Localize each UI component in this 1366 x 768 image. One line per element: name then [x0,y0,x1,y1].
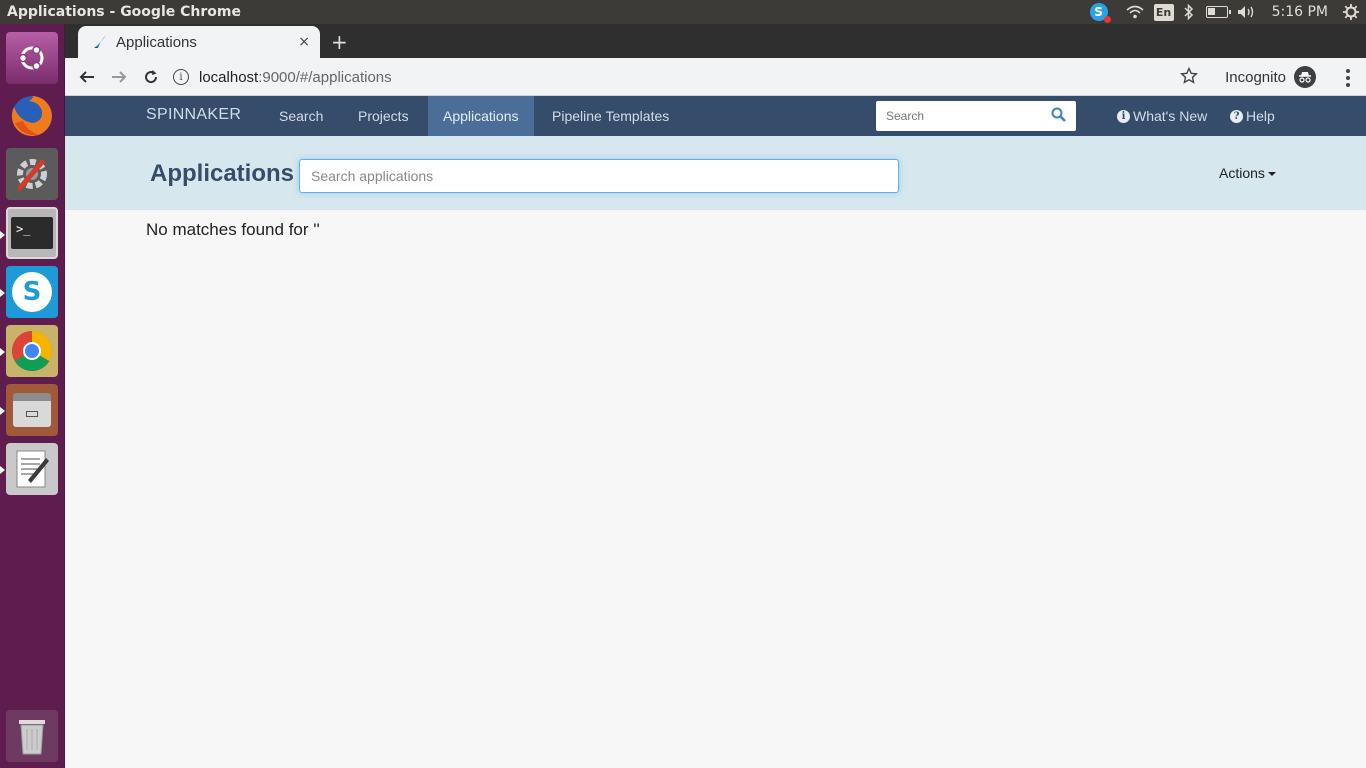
files-running-indicator [0,407,5,415]
spinnaker-favicon-icon [92,34,108,50]
browser-toolbar: i localhost:9000/#/applications Incognit… [65,58,1366,96]
text-editor-icon[interactable] [6,443,58,495]
keyboard-layout-indicator[interactable]: En [1153,3,1174,21]
nav-applications[interactable]: Applications [428,96,534,136]
bluetooth-icon[interactable] [1180,0,1198,24]
nav-projects[interactable]: Projects [343,96,424,136]
chrome-running-indicator [0,348,5,356]
window-title: Applications - Google Chrome [7,4,241,20]
caret-down-icon [1267,172,1276,176]
battery-icon[interactable] [1205,6,1231,18]
question-icon: ? [1230,109,1243,123]
terminal-icon[interactable]: >_ [6,207,58,259]
power-gear-icon[interactable] [1340,0,1362,24]
empty-results-message: No matches found for '' [146,220,320,239]
wifi-icon[interactable] [1122,0,1148,24]
terminal-running-indicator [0,231,5,239]
whats-new-label: What's New [1133,108,1208,124]
trash-icon[interactable] [6,710,58,762]
clock[interactable]: 5:16 PM [1272,0,1328,24]
whats-new-link[interactable]: i What's New [1117,96,1207,136]
skype-tray-icon[interactable]: S [1088,0,1111,24]
forward-button[interactable] [103,61,135,93]
global-search-box [876,101,1076,131]
tab-applications[interactable]: Applications × [78,26,320,58]
global-search-input[interactable] [876,109,1041,123]
spinnaker-brand[interactable]: SPINNAKER [146,106,241,124]
url-host: localhost [199,68,259,86]
nav-pipeline-templates[interactable]: Pipeline Templates [537,96,684,136]
system-settings-icon[interactable] [6,148,58,200]
url-text[interactable]: localhost:9000/#/applications [199,69,392,86]
incognito-label: Incognito [1225,68,1286,86]
unity-launcher: >_ S [0,24,65,768]
files-icon[interactable] [6,384,58,436]
site-info-icon[interactable]: i [173,69,189,85]
text-editor-running-indicator [0,466,5,474]
chrome-icon[interactable] [6,325,58,377]
back-button[interactable] [71,61,103,93]
help-link[interactable]: ? Help [1230,96,1275,136]
incognito-indicator[interactable]: Incognito [1225,58,1316,96]
browser-menu-icon[interactable] [1346,69,1350,87]
firefox-icon[interactable] [6,90,58,142]
actions-label: Actions [1219,165,1265,181]
bookmark-star-icon[interactable] [1179,66,1199,89]
nav-search[interactable]: Search [264,96,338,136]
applications-header: Applications Actions [65,136,1366,210]
search-icon[interactable] [1051,107,1066,126]
help-label: Help [1246,108,1275,124]
info-icon: i [1117,109,1130,123]
actions-dropdown[interactable]: Actions [1219,165,1276,181]
spinnaker-header: SPINNAKER Search Projects Applications P… [65,96,1366,136]
skype-running-indicator [0,289,5,297]
browser-tab-strip: Applications × + [65,24,1366,58]
tab-title: Applications [116,33,197,51]
skype-icon[interactable]: S [6,266,58,318]
top-panel: Applications - Google Chrome S En 5:16 P… [0,0,1366,24]
new-tab-button[interactable]: + [331,30,348,54]
url-path: :9000/#/applications [258,68,392,86]
volume-icon[interactable] [1236,0,1258,24]
applications-search-box [299,159,899,193]
incognito-icon [1294,66,1316,88]
ubuntu-dash-icon[interactable] [6,32,58,84]
applications-search-input[interactable] [300,168,898,184]
tab-close-button[interactable]: × [298,34,310,50]
system-tray: S En 5:16 PM [1088,0,1366,24]
page-title: Applications [150,160,295,187]
reload-button[interactable] [135,61,167,93]
address-bar[interactable]: i localhost:9000/#/applications [173,61,392,93]
